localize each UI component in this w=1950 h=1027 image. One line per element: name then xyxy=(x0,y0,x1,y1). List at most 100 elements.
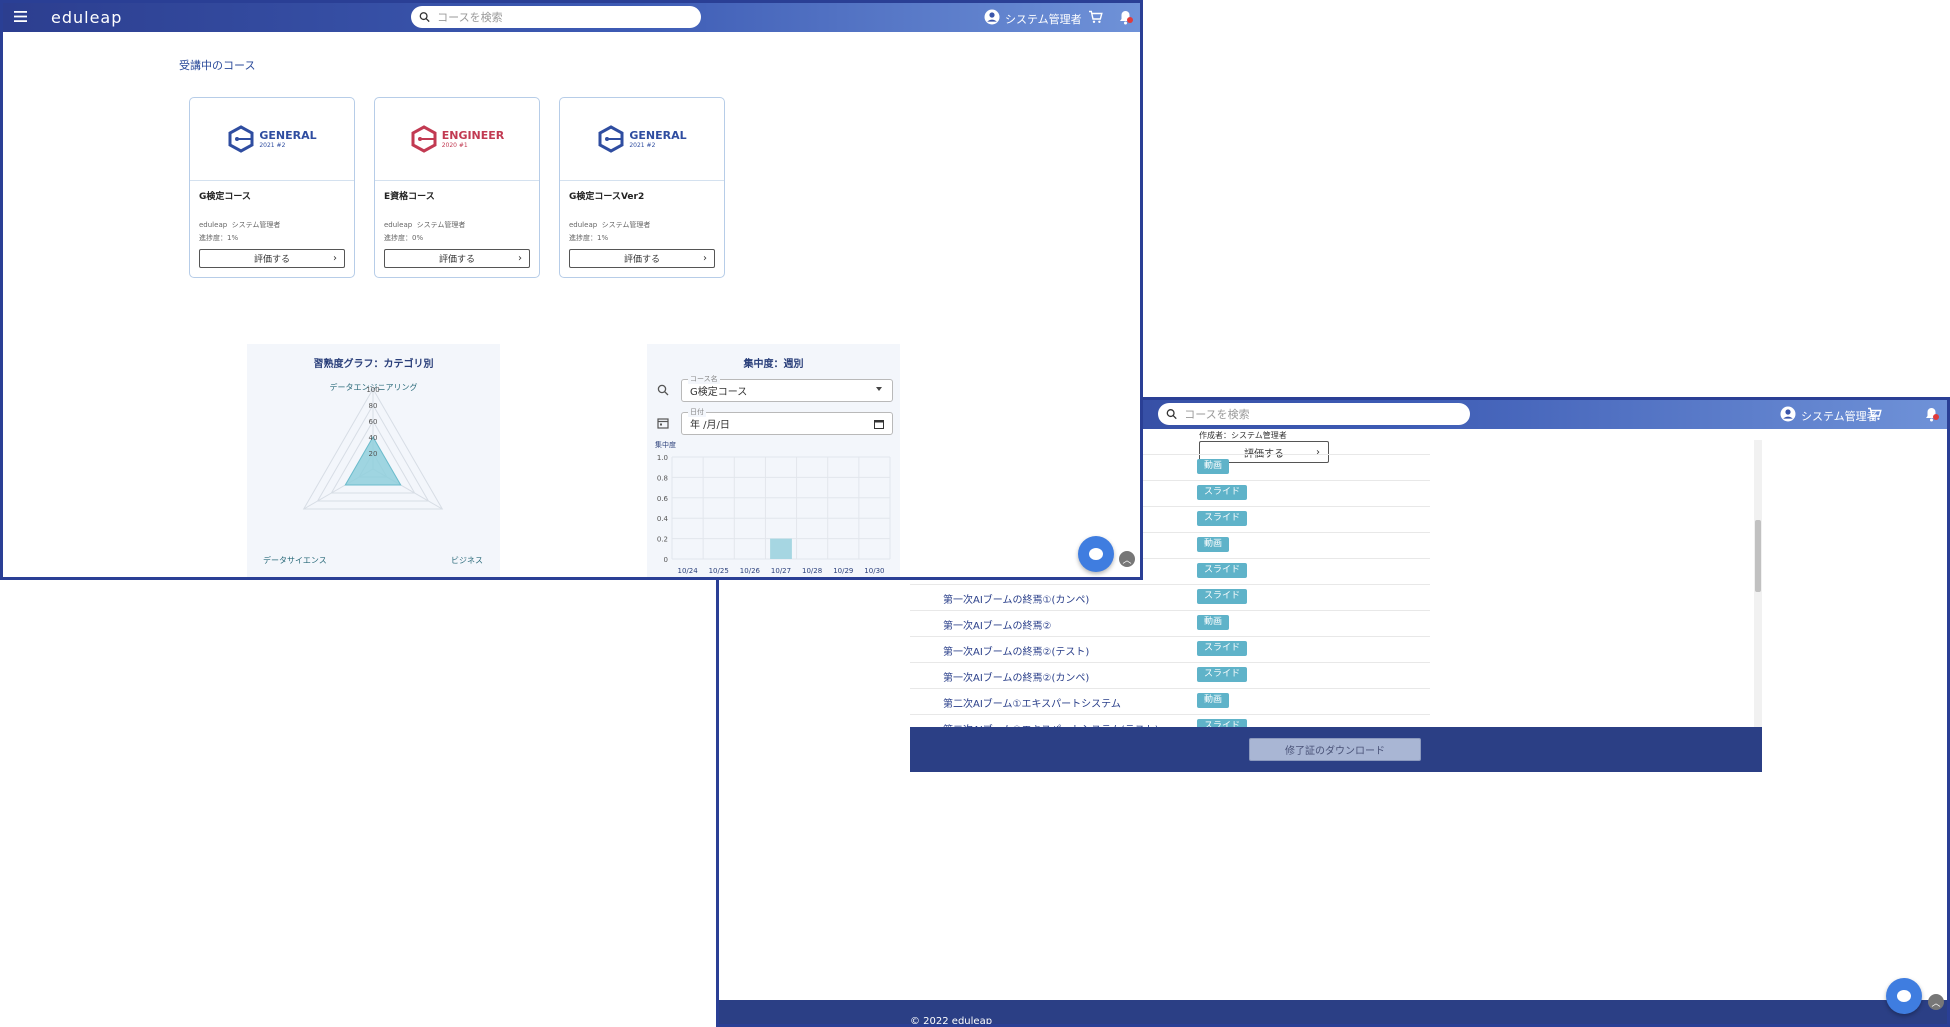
bar xyxy=(770,538,792,559)
menu-icon[interactable] xyxy=(14,11,27,22)
cart-icon[interactable] xyxy=(1867,407,1882,421)
course-name[interactable]: G検定コース xyxy=(199,189,251,202)
chevron-right-icon: › xyxy=(703,253,707,264)
y-tick-label: 0.4 xyxy=(657,515,669,523)
radar-series-area xyxy=(344,435,402,486)
chevron-right-icon: › xyxy=(518,253,522,264)
app-logo[interactable]: eduleap xyxy=(51,8,122,27)
circuit-logo-icon xyxy=(411,125,437,153)
footer-copyright: © 2022 eduleap xyxy=(910,1016,993,1027)
lesson-type-badge: 動画 xyxy=(1197,693,1230,708)
rate-button[interactable]: 評価する › xyxy=(199,249,345,268)
dashboard-header: eduleap システム管理者 xyxy=(3,3,1140,32)
course-logo-sub: 2021 #2 xyxy=(259,141,286,149)
radar-tick-label: 20 xyxy=(369,450,378,458)
notification-bell-icon[interactable] xyxy=(1924,406,1939,422)
user-name[interactable]: システム管理者 xyxy=(1005,11,1082,27)
chevron-right-icon: › xyxy=(333,253,337,264)
chevron-up-icon: ︿ xyxy=(1122,555,1132,566)
course-progress: 進捗度：1% xyxy=(569,234,609,242)
cart-icon[interactable] xyxy=(1088,10,1103,24)
course-search-box[interactable] xyxy=(1158,403,1470,425)
radar-axis-left: データサイエンス xyxy=(263,556,327,565)
radar-tick-label: 40 xyxy=(369,434,378,442)
section-title: 受講中のコース xyxy=(179,59,256,72)
lesson-row[interactable]: 第一次AIブームの終焉②動画7分未実施 xyxy=(910,610,1430,637)
radar-axis-right: ビジネス xyxy=(451,556,483,565)
chevron-up-icon: ︿ xyxy=(1931,998,1941,1009)
course-progress: 進捗度：0% xyxy=(384,234,424,242)
focus-panel: 集中度：週別 コース名 G検定コース 日付 年 /月/日 集中度 1.0 0.8 0.… xyxy=(647,344,900,577)
rate-button[interactable]: 評価する › xyxy=(569,249,715,268)
course-card[interactable]: GENERAL 2021 #2 G検定コース eduleap システム管理者 進捗度：1… xyxy=(189,97,355,278)
y-tick-label: 0 xyxy=(664,556,668,564)
chat-bubble-icon xyxy=(1897,990,1911,1002)
user-icon[interactable] xyxy=(984,9,1000,25)
lesson-type-badge: スライド xyxy=(1197,641,1248,656)
y-tick-label: 0.8 xyxy=(657,474,668,482)
radar-panel: 習熟度グラフ：カテゴリ別 データエンジニアリング 100 80 60 40 20 データ… xyxy=(247,344,500,577)
course-logo-sub: 2021 #2 xyxy=(629,141,656,149)
course-provider: eduleap システム管理者 xyxy=(199,221,281,229)
footer: © 2022 eduleap xyxy=(719,1000,1947,1027)
radar-chart: 100 80 60 40 20 xyxy=(302,386,444,510)
lesson-title[interactable]: 第一次AIブームの終焉①(カンペ) xyxy=(943,591,1089,606)
search-input[interactable] xyxy=(435,9,701,25)
x-tick-label: 10/24 xyxy=(678,567,699,575)
search-input[interactable] xyxy=(1182,406,1470,422)
course-name[interactable]: G検定コースVer2 xyxy=(569,189,644,202)
dashboard-search-box[interactable] xyxy=(411,6,701,28)
x-tick-label: 10/28 xyxy=(802,567,822,575)
user-icon[interactable] xyxy=(1780,406,1796,422)
scroll-to-top-button[interactable]: ︿ xyxy=(1928,994,1944,1010)
dashboard-window: eduleap システム管理者 受講中のコース GENERAL2021 #2G検… xyxy=(0,0,1143,580)
scroll-to-top-button[interactable]: ︿ xyxy=(1119,551,1135,567)
chat-bubble-icon xyxy=(1089,548,1103,560)
course-logo-sub: 2020 #1 xyxy=(441,141,468,149)
course-logo-text: GENERAL xyxy=(259,128,317,142)
x-tick-label: 10/27 xyxy=(771,567,791,575)
y-tick-label: 0.6 xyxy=(657,495,669,503)
course-logo-text: ENGINEER xyxy=(441,128,505,142)
lesson-type-badge: スライド xyxy=(1197,485,1248,500)
search-icon xyxy=(419,12,430,23)
radar-tick-label: 80 xyxy=(369,402,378,410)
circuit-logo-icon xyxy=(598,125,624,153)
lesson-row[interactable]: 第一次AIブームの終焉②(カンペ)スライド資料のダウンロード2分未実施 xyxy=(910,662,1430,689)
course-thumbnail[interactable]: ENGINEER 2020 #1 xyxy=(375,98,539,181)
lesson-title[interactable]: 第一次AIブームの終焉②(テスト) xyxy=(943,643,1089,658)
lesson-title[interactable]: 第一次AIブームの終焉② xyxy=(943,617,1051,632)
course-name[interactable]: E資格コース xyxy=(384,189,435,202)
course-thumbnail[interactable]: GENERAL 2021 #2 xyxy=(560,98,724,181)
notification-bell-icon[interactable] xyxy=(1118,9,1133,25)
lesson-list-scrollbar[interactable] xyxy=(1754,440,1762,727)
course-provider: eduleap システム管理者 xyxy=(384,221,466,229)
x-tick-label: 10/30 xyxy=(864,567,884,575)
y-tick-label: 1.0 xyxy=(657,454,668,462)
lesson-row[interactable]: 第一次AIブームの終焉②(テスト)スライド資料のダウンロード2分未実施 xyxy=(910,636,1430,663)
x-tick-label: 10/26 xyxy=(740,567,761,575)
lesson-title[interactable]: 第二次AIブーム①エキスパートシステム xyxy=(943,695,1121,710)
radar-tick-label: 60 xyxy=(369,418,378,426)
chat-button[interactable] xyxy=(1886,978,1922,1014)
course-logo-text: GENERAL xyxy=(629,128,687,142)
lesson-row[interactable]: 第二次AIブーム①エキスパートシステム動画6分未実施 xyxy=(910,688,1430,715)
lesson-type-badge: スライド xyxy=(1197,511,1248,526)
radar-tick-label: 100 xyxy=(366,386,379,394)
scrollbar-thumb[interactable] xyxy=(1755,520,1761,592)
certificate-bar: 修了証のダウンロード xyxy=(910,727,1762,772)
lesson-row[interactable]: 第一次AIブームの終焉①(カンペ)スライド資料のダウンロード2分未実施 xyxy=(910,584,1430,611)
course-card[interactable]: ENGINEER 2020 #1 E資格コース eduleap システム管理者 進捗度：… xyxy=(374,97,540,278)
focus-bar-chart: 集中度 1.0 0.8 0.6 0.4 0.2 0 10/24 10/25 10/26 10/27 1… xyxy=(655,440,891,575)
lesson-title[interactable]: 第一次AIブームの終焉②(カンペ) xyxy=(943,669,1089,684)
lesson-type-badge: スライド xyxy=(1197,563,1248,578)
course-thumbnail[interactable]: GENERAL 2021 #2 xyxy=(190,98,354,181)
chat-button[interactable] xyxy=(1078,536,1114,572)
course-logo: GENERAL 2021 #2 xyxy=(227,125,317,153)
circuit-logo-icon xyxy=(228,125,254,153)
course-card[interactable]: GENERAL 2021 #2 G検定コースVer2 eduleap システム管理者進… xyxy=(559,97,725,278)
y-axis-label: 集中度 xyxy=(655,440,676,449)
search-icon xyxy=(1166,409,1177,420)
certificate-download-button[interactable]: 修了証のダウンロード xyxy=(1249,738,1421,761)
rate-button[interactable]: 評価する › xyxy=(384,249,530,268)
